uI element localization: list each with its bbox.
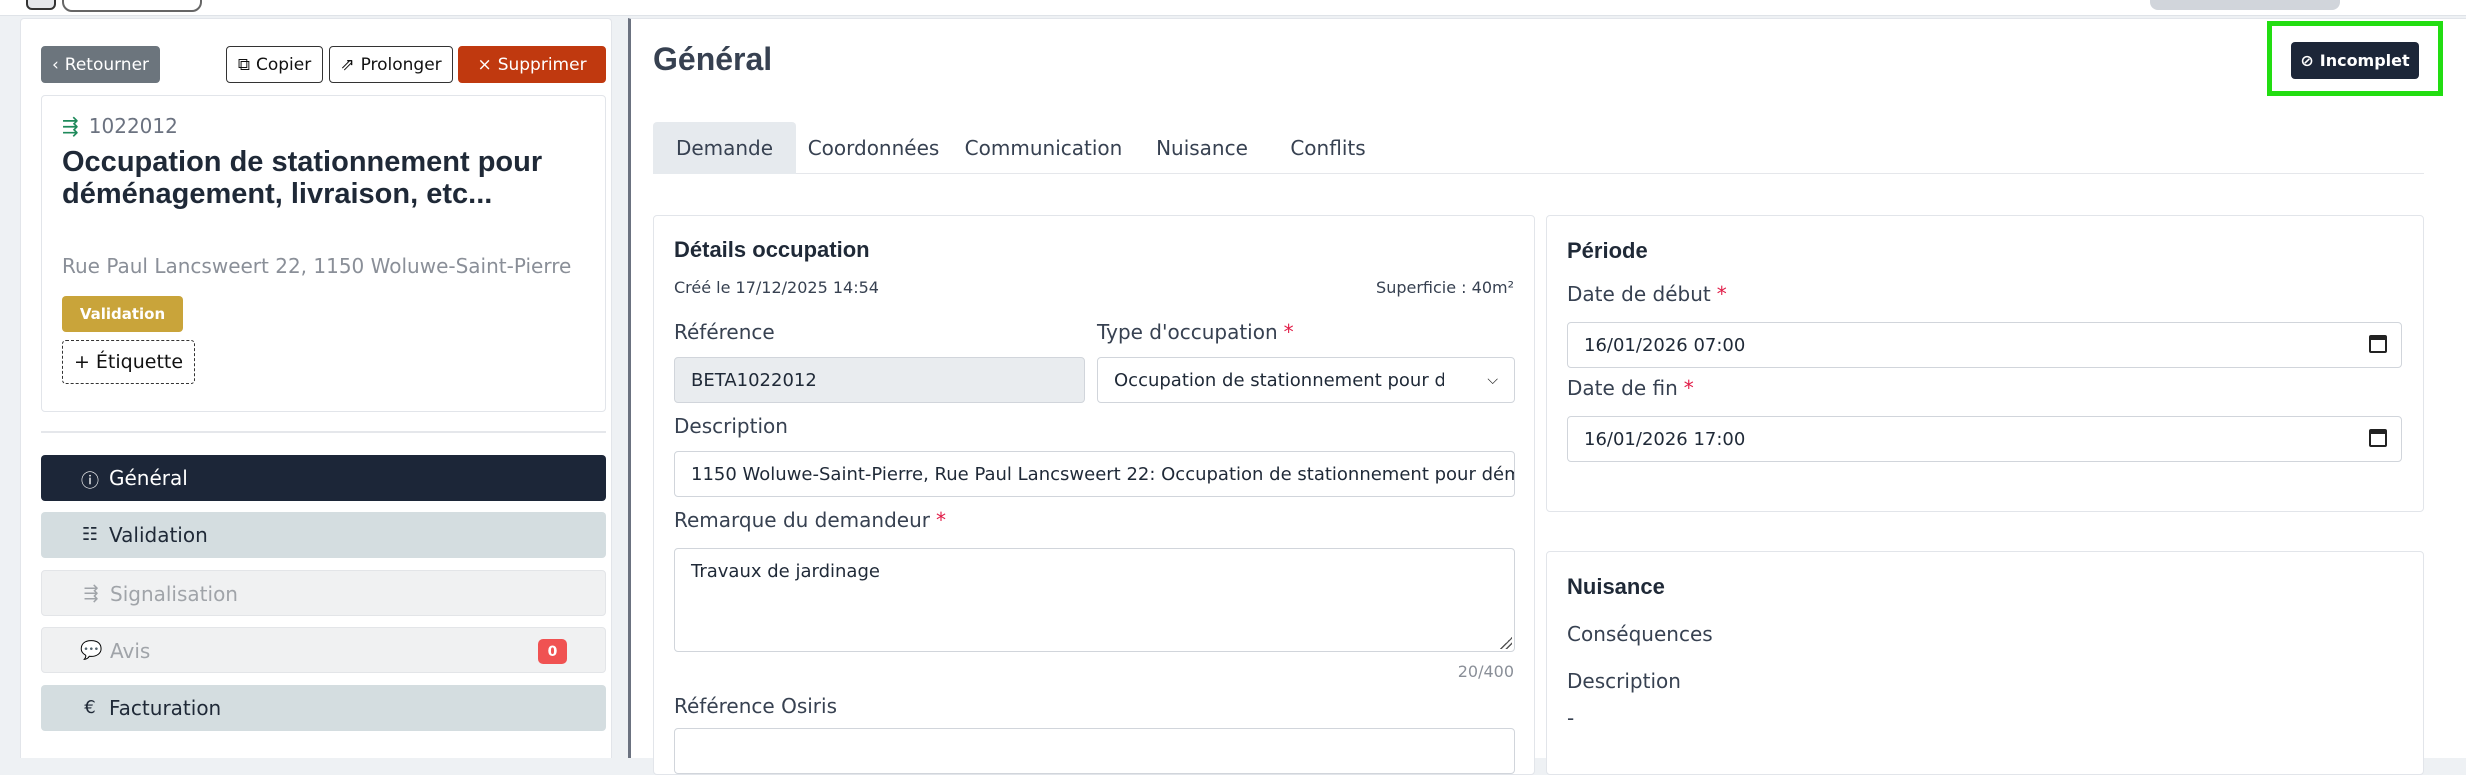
status-badge: Validation bbox=[62, 296, 183, 332]
calendar-icon[interactable] bbox=[2369, 335, 2387, 353]
osiris-reference-label: Référence Osiris bbox=[674, 694, 837, 718]
start-date-input[interactable]: 16/01/2026 07:00 bbox=[1567, 322, 2402, 368]
back-button[interactable]: ‹ Retourner bbox=[41, 46, 160, 83]
add-tag-button[interactable]: + Étiquette bbox=[62, 340, 195, 384]
nuisance-card: Nuisance Conséquences Description - bbox=[1546, 551, 2424, 775]
section-title: Nuisance bbox=[1567, 574, 1665, 599]
nuisance-description-value: - bbox=[1567, 706, 1575, 730]
area-value: Superficie : 40m² bbox=[1376, 278, 1514, 297]
chevron-left-icon: ‹ bbox=[51, 54, 59, 75]
chevron-down-icon: ⌵ bbox=[1487, 372, 1498, 388]
signpost-icon: ⇶ bbox=[62, 114, 79, 138]
remark-label: Remarque du demandeur * bbox=[674, 508, 946, 532]
top-search-field[interactable] bbox=[62, 0, 202, 12]
sidebar-item-signalisation[interactable]: ⇶ Signalisation bbox=[41, 570, 606, 616]
top-menu-icon[interactable] bbox=[26, 0, 56, 10]
top-user-menu[interactable] bbox=[2150, 0, 2340, 10]
end-date-input[interactable]: 16/01/2026 17:00 bbox=[1567, 416, 2402, 462]
share-icon: ⇗ bbox=[340, 54, 355, 75]
reference-input: BETA1022012 bbox=[674, 357, 1085, 403]
copy-icon: ⧉ bbox=[237, 54, 250, 75]
copy-button[interactable]: ⧉ Copier bbox=[226, 46, 323, 83]
page-title: Général bbox=[653, 41, 773, 77]
description-input[interactable]: 1150 Woluwe-Saint-Pierre, Rue Paul Lancs… bbox=[674, 451, 1515, 497]
prolong-button[interactable]: ⇗ Prolonger bbox=[329, 46, 453, 83]
ban-icon: ⊘ bbox=[2300, 51, 2314, 70]
occupation-details-card: Détails occupation Créé le 17/12/2025 14… bbox=[653, 215, 1535, 775]
tab-bar: Demande Coordonnées Communication Nuisan… bbox=[653, 122, 2424, 174]
request-id-row: ⇶ 1022012 bbox=[62, 114, 178, 138]
main-panel: Général ⊘ Incomplet Demande Coordonnées … bbox=[628, 18, 2466, 775]
incomplete-status-button[interactable]: ⊘ Incomplet bbox=[2291, 42, 2419, 79]
left-panel: ‹ Retourner ⧉ Copier ⇗ Prolonger × Suppr… bbox=[20, 18, 612, 758]
request-title: Occupation de stationnement pour déménag… bbox=[62, 146, 543, 210]
section-title: Détails occupation bbox=[674, 237, 870, 262]
tab-communication[interactable]: Communication bbox=[951, 122, 1136, 174]
character-counter: 20/400 bbox=[1457, 662, 1514, 681]
top-bar bbox=[0, 0, 2466, 16]
section-title: Période bbox=[1567, 238, 1648, 263]
checklist-icon: ☷ bbox=[81, 524, 99, 545]
osiris-reference-input[interactable] bbox=[674, 728, 1515, 774]
avis-count-badge: 0 bbox=[538, 639, 567, 664]
signpost-icon: ⇶ bbox=[83, 583, 99, 604]
sidebar-item-avis[interactable]: 💬 Avis 0 bbox=[41, 627, 606, 673]
tab-coordonnees[interactable]: Coordonnées bbox=[796, 122, 951, 174]
request-summary-card: ⇶ 1022012 Occupation de stationnement po… bbox=[41, 95, 606, 412]
nuisance-description-label: Description bbox=[1567, 669, 1681, 693]
calendar-icon[interactable] bbox=[2369, 429, 2387, 447]
period-card: Période Date de début * 16/01/2026 07:00 … bbox=[1546, 215, 2424, 512]
sidebar-item-facturation[interactable]: € Facturation bbox=[41, 685, 606, 731]
info-icon: ⓘ bbox=[81, 471, 99, 492]
divider bbox=[41, 431, 606, 433]
start-date-label: Date de début * bbox=[1567, 282, 1727, 306]
description-label: Description bbox=[674, 414, 788, 438]
sidebar-item-general[interactable]: ⓘ Général bbox=[41, 455, 606, 501]
comment-icon: 💬 bbox=[80, 640, 103, 661]
request-id: 1022012 bbox=[88, 114, 178, 138]
delete-button[interactable]: × Supprimer bbox=[458, 46, 606, 83]
occupation-type-select[interactable]: Occupation de stationnement pour déménag… bbox=[1097, 357, 1515, 403]
end-date-label: Date de fin * bbox=[1567, 376, 1694, 400]
created-date: Créé le 17/12/2025 14:54 bbox=[674, 278, 879, 297]
tab-nuisance[interactable]: Nuisance bbox=[1136, 122, 1268, 174]
tab-conflits[interactable]: Conflits bbox=[1268, 122, 1388, 174]
close-icon: × bbox=[477, 54, 492, 75]
remark-textarea[interactable]: Travaux de jardinage bbox=[674, 548, 1515, 652]
reference-label: Référence bbox=[674, 320, 775, 344]
occupation-type-label: Type d'occupation * bbox=[1097, 320, 1294, 344]
consequences-label: Conséquences bbox=[1567, 622, 1713, 646]
euro-icon: € bbox=[84, 697, 96, 718]
request-address: Rue Paul Lancsweert 22, 1150 Woluwe-Sain… bbox=[62, 254, 572, 278]
tab-demande[interactable]: Demande bbox=[653, 122, 796, 174]
resize-handle-icon[interactable] bbox=[1500, 637, 1512, 649]
sidebar-item-validation[interactable]: ☷ Validation bbox=[41, 512, 606, 558]
